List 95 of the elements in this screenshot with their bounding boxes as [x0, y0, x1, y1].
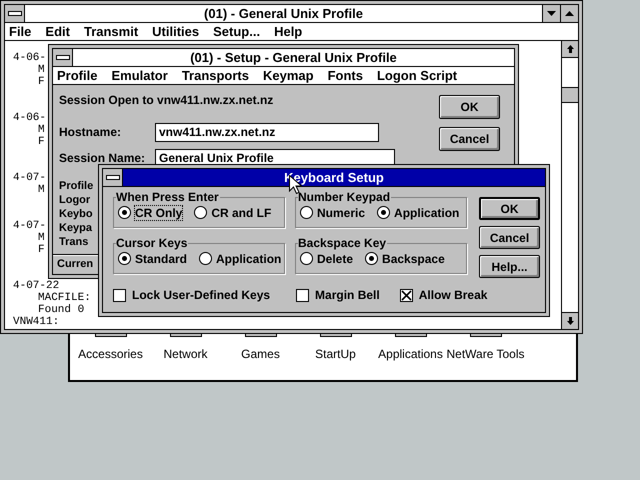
dialog-button[interactable]: Help... — [479, 255, 540, 278]
terminal-line: 4-06- — [13, 112, 46, 124]
dialog-button[interactable]: Cancel — [479, 226, 540, 249]
checkbox[interactable]: Allow Break — [400, 288, 488, 302]
menu-item[interactable]: File — [9, 24, 32, 39]
menu-item[interactable]: Keymap — [263, 68, 314, 83]
status-text: Curren — [57, 258, 94, 272]
option-label: Keypa — [59, 221, 92, 235]
radio-circle[interactable] — [199, 252, 212, 265]
terminal-line: M — [38, 124, 45, 136]
program-group-icon[interactable] — [394, 334, 426, 337]
radio-circle[interactable] — [300, 206, 313, 219]
window-title: (01) - Setup - General Unix Profile — [190, 50, 397, 65]
scroll-down-button[interactable] — [562, 312, 578, 329]
dialog-button[interactable]: OK — [439, 95, 500, 119]
program-group-label[interactable]: Applications — [378, 347, 443, 361]
scroll-up-button[interactable] — [562, 41, 578, 58]
radio-button[interactable]: Backspace — [365, 252, 445, 266]
down-triangle-icon — [547, 11, 556, 16]
radio-button[interactable]: Application — [199, 252, 282, 266]
menu-item[interactable]: Profile — [57, 68, 98, 83]
terminal-line: 4-07- — [13, 172, 46, 184]
menu-item[interactable]: Utilities — [152, 24, 200, 39]
group-label: Backspace Key — [298, 236, 388, 250]
option-label: Logor — [59, 193, 90, 207]
system-menu-icon[interactable] — [53, 49, 73, 66]
menu-item[interactable]: Setup... — [213, 24, 260, 39]
group-label: When Press Enter — [116, 190, 220, 204]
vertical-scrollbar[interactable] — [561, 41, 578, 329]
program-group-label[interactable]: StartUp — [315, 347, 356, 361]
program-group-icon[interactable] — [170, 334, 202, 337]
program-group-icon[interactable] — [94, 334, 126, 337]
terminal-line: M — [38, 232, 45, 244]
option-label: Profile — [59, 179, 94, 193]
terminal-line: M — [38, 64, 45, 76]
program-group-icon[interactable] — [470, 334, 502, 337]
radio-circle[interactable] — [365, 252, 378, 265]
menu-item[interactable]: Edit — [45, 24, 70, 39]
dialog-button[interactable]: Cancel — [439, 127, 500, 151]
system-menu-icon[interactable] — [103, 169, 123, 186]
program-group-label[interactable]: Games — [241, 347, 280, 361]
terminal-line: F — [38, 76, 45, 88]
system-menu-icon[interactable] — [5, 5, 25, 22]
field-label: Hostname: — [59, 125, 122, 139]
menu-item[interactable]: Help — [274, 24, 302, 39]
checkbox[interactable]: Margin Bell — [296, 288, 380, 302]
terminal-line: F — [38, 136, 45, 148]
program-group-icon[interactable] — [320, 334, 352, 337]
terminal-line: 4-06- — [13, 52, 46, 64]
terminal-line: Found 0 — [38, 304, 84, 316]
terminal-line: MACFILE: — [38, 292, 91, 304]
text-field[interactable]: vnw411.nw.zx.net.nz — [155, 122, 379, 142]
radio-button[interactable]: Numeric — [300, 206, 366, 220]
up-triangle-icon — [565, 11, 574, 16]
maximize-button[interactable] — [560, 5, 578, 22]
field-label: Session Name: — [59, 151, 146, 165]
terminal-line: M — [38, 184, 45, 196]
program-group-icon[interactable] — [244, 334, 276, 337]
menu-item[interactable]: Fonts — [328, 68, 363, 83]
menu-item[interactable]: Transmit — [84, 24, 138, 39]
radio-button[interactable]: Delete — [300, 252, 354, 266]
radio-circle[interactable] — [118, 252, 131, 265]
menu-item[interactable]: Logon Script — [376, 68, 458, 83]
scroll-thumb[interactable] — [562, 87, 578, 103]
radio-button[interactable]: Application — [377, 206, 460, 220]
group-label: Number Keypad — [298, 190, 392, 204]
program-group-label[interactable]: Accessories — [78, 347, 143, 361]
radio-button[interactable]: Standard — [118, 252, 188, 266]
checkbox-box[interactable] — [113, 288, 126, 302]
radio-circle[interactable] — [300, 252, 313, 265]
group-label: Cursor Keys — [116, 236, 188, 250]
minimize-button[interactable] — [542, 5, 560, 22]
down-arrow-icon — [566, 317, 574, 325]
radio-button[interactable]: CR and LF — [194, 206, 272, 220]
terminal-line: 4-07- — [13, 220, 46, 232]
checkbox-box[interactable] — [296, 288, 310, 302]
checkbox[interactable]: Lock User-Defined Keys — [113, 288, 270, 302]
radio-circle[interactable] — [118, 206, 131, 219]
radio-button[interactable]: CR Only — [118, 206, 182, 220]
option-label: Trans — [59, 235, 88, 249]
window-title: (01) - General Unix Profile — [204, 6, 363, 21]
menu-item[interactable]: Emulator — [111, 68, 168, 83]
radio-circle[interactable] — [194, 206, 208, 219]
dialog-button[interactable]: OK — [479, 197, 540, 220]
up-arrow-icon — [566, 45, 574, 53]
option-label: Keybo — [59, 207, 93, 221]
program-group-label[interactable]: Network — [163, 347, 208, 361]
checkbox-box[interactable] — [400, 288, 413, 302]
menu-item[interactable]: Transports — [182, 68, 249, 83]
session-status: Session Open to vnw411.nw.zx.net.nz — [59, 93, 274, 109]
terminal-line: VNW411: — [13, 316, 60, 328]
terminal-line: F — [38, 244, 45, 256]
terminal-line: 4-07-22 — [13, 280, 60, 292]
program-group-label[interactable]: NetWare Tools — [446, 347, 525, 361]
radio-circle[interactable] — [377, 206, 390, 219]
